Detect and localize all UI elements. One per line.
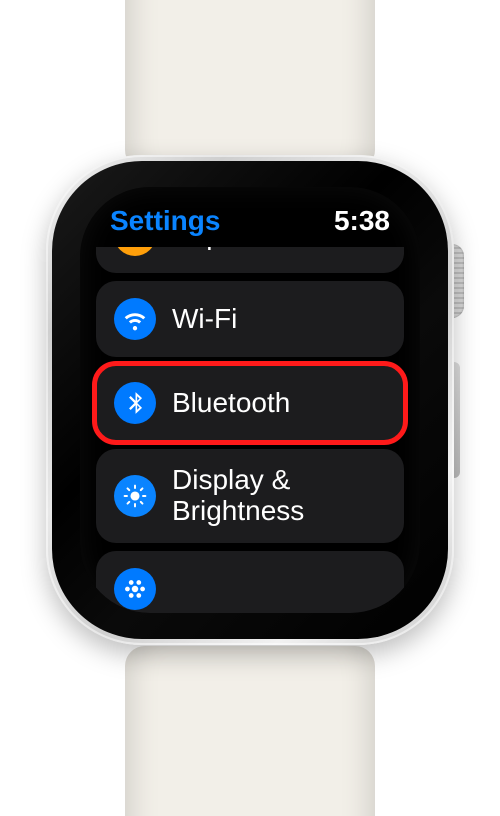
bluetooth-icon — [114, 382, 156, 424]
screen-title[interactable]: Settings — [110, 205, 220, 237]
settings-row-next[interactable] — [96, 551, 404, 613]
settings-row-airplane-mode[interactable]: Airplane Mode — [96, 247, 404, 273]
row-label: Wi-Fi — [172, 304, 237, 335]
app-view-icon — [114, 568, 156, 610]
settings-row-wifi[interactable]: Wi-Fi — [96, 281, 404, 357]
row-label: Display & Brightness — [172, 465, 386, 527]
settings-list[interactable]: Airplane Mode Wi-Fi Bluetooth — [92, 247, 408, 613]
row-label: Airplane Mode — [172, 247, 353, 250]
brightness-icon — [114, 475, 156, 517]
clock-time: 5:38 — [334, 205, 390, 237]
watch-band-bottom — [125, 646, 375, 816]
airplane-icon — [114, 247, 156, 256]
settings-row-bluetooth[interactable]: Bluetooth — [96, 365, 404, 441]
watch-band-top — [125, 0, 375, 170]
watch-case: Settings 5:38 Airplane Mode Wi-Fi — [46, 155, 454, 645]
settings-row-display-brightness[interactable]: Display & Brightness — [96, 449, 404, 543]
apple-watch-render: Settings 5:38 Airplane Mode Wi-Fi — [0, 0, 500, 816]
row-label: Bluetooth — [172, 388, 290, 419]
status-bar: Settings 5:38 — [80, 187, 420, 245]
wifi-icon — [114, 298, 156, 340]
watch-screen: Settings 5:38 Airplane Mode Wi-Fi — [80, 187, 420, 613]
